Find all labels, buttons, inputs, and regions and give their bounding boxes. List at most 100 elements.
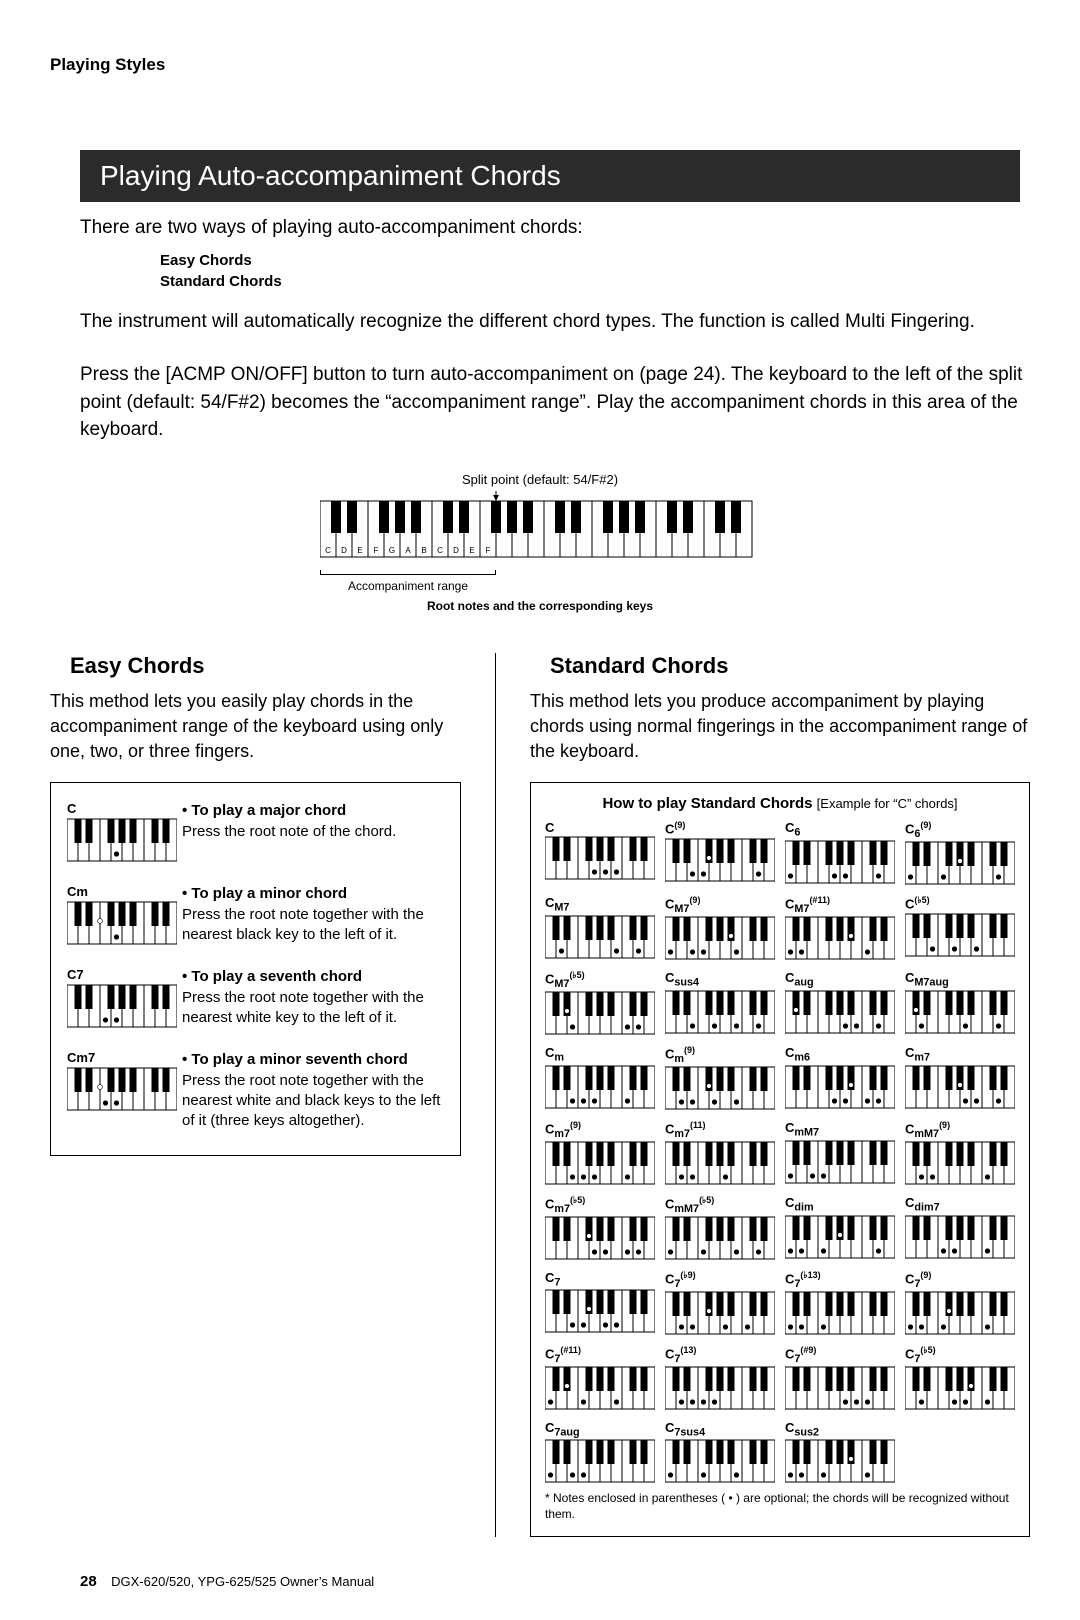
chord-cell: Csus4 xyxy=(665,970,775,1035)
chord-name: CM7(♭5) xyxy=(545,970,655,990)
mini-keyboard-icon xyxy=(905,1141,1015,1185)
chord-cell: Cm6 xyxy=(785,1045,895,1110)
chord-cell: CmM7(9) xyxy=(905,1120,1015,1185)
chord-name: C6 xyxy=(785,820,895,839)
easy-row: C• To play a major chordPress the root n… xyxy=(67,801,448,862)
chord-name: C xyxy=(545,820,655,835)
intro-item-2: Standard Chords xyxy=(160,271,1030,292)
paragraph-1: The instrument will automatically recogn… xyxy=(80,308,1030,336)
mini-keyboard-icon xyxy=(785,1366,895,1410)
chord-name: Cdim7 xyxy=(905,1195,1015,1214)
mini-keyboard-icon xyxy=(785,840,895,884)
svg-text:E: E xyxy=(469,546,474,555)
easy-row-text: • To play a minor chordPress the root no… xyxy=(182,884,448,945)
chord-cell: C(9) xyxy=(665,820,775,885)
mini-keyboard-icon xyxy=(905,913,1015,957)
mini-keyboard-icon xyxy=(785,1291,895,1335)
chord-cell: Cdim7 xyxy=(905,1195,1015,1260)
chord-name: C7(♭9) xyxy=(665,1270,775,1290)
chord-name: Cm7 xyxy=(905,1045,1015,1064)
mini-keyboard-icon xyxy=(665,916,775,960)
mini-keyboard-icon xyxy=(545,1289,655,1333)
mini-keyboard-icon xyxy=(785,916,895,960)
chord-cell: C xyxy=(545,820,655,885)
chord-cell: Cm(9) xyxy=(665,1045,775,1110)
chord-name: CmM7(♭5) xyxy=(665,1195,775,1215)
mini-kbd-label: Cm xyxy=(67,884,182,899)
intro-text: There are two ways of playing auto-accom… xyxy=(80,214,1030,242)
split-point-diagram: Split point (default: 54/F#2) CDEFGABCDE… xyxy=(50,472,1030,613)
chord-cell: C(♭5) xyxy=(905,895,1015,960)
chord-name: C(♭5) xyxy=(905,895,1015,911)
chord-name: Cm7(11) xyxy=(665,1120,775,1140)
root-notes-label: Root notes and the corresponding keys xyxy=(50,599,1030,613)
standard-chords-title: Standard Chords xyxy=(550,653,1030,679)
svg-text:D: D xyxy=(341,546,347,555)
chord-cell: Cm7(9) xyxy=(545,1120,655,1185)
chord-name: Cm7(♭5) xyxy=(545,1195,655,1215)
chord-name: C(9) xyxy=(665,820,775,836)
mini-keyboard-icon xyxy=(905,841,1015,885)
keyboard-full-icon: CDEFGABCDEF xyxy=(320,491,760,569)
chord-name: Cm xyxy=(545,1045,655,1064)
chord-name: C6(9) xyxy=(905,820,1015,840)
easy-row: Cm• To play a minor chordPress the root … xyxy=(67,884,448,945)
chord-name: C7 xyxy=(545,1270,655,1289)
chord-cell: C7(♭13) xyxy=(785,1270,895,1335)
mini-keyboard-icon xyxy=(665,838,775,882)
svg-text:D: D xyxy=(453,546,459,555)
chord-name: CM7 xyxy=(545,895,655,914)
accompaniment-range-label: Accompaniment range xyxy=(320,579,496,593)
manual-name: DGX-620/520, YPG-625/525 Owner’s Manual xyxy=(111,1574,374,1589)
chord-name: C7(♭13) xyxy=(785,1270,895,1290)
chord-cell: CmM7 xyxy=(785,1120,895,1185)
chord-cell: Caug xyxy=(785,970,895,1035)
mini-keyboard-icon xyxy=(545,1366,655,1410)
easy-chords-title: Easy Chords xyxy=(70,653,461,679)
easy-row-text: • To play a minor seventh chordPress the… xyxy=(182,1050,448,1131)
mini-keyboard-icon xyxy=(545,1216,655,1260)
svg-text:A: A xyxy=(405,546,411,555)
chord-cell: C7 xyxy=(545,1270,655,1335)
chord-cell: Csus2 xyxy=(785,1420,895,1484)
mini-keyboard-icon xyxy=(785,1215,895,1259)
mini-keyboard-icon xyxy=(785,1439,895,1483)
mini-keyboard-icon xyxy=(67,984,182,1028)
mini-keyboard-icon xyxy=(665,1291,775,1335)
std-box-title: How to play Standard Chords xyxy=(602,795,812,812)
svg-text:C: C xyxy=(325,546,331,555)
chord-name: Csus2 xyxy=(785,1420,895,1439)
easy-row: C7• To play a seventh chordPress the roo… xyxy=(67,967,448,1028)
chord-name: Cdim xyxy=(785,1195,895,1214)
chord-name: C7(#11) xyxy=(545,1345,655,1365)
chord-cell: C6 xyxy=(785,820,895,885)
intro-item-1: Easy Chords xyxy=(160,250,1030,271)
chord-name: C7(#9) xyxy=(785,1345,895,1365)
chord-name: CM7aug xyxy=(905,970,1015,989)
chord-cell: Cdim xyxy=(785,1195,895,1260)
mini-keyboard-icon xyxy=(545,1065,655,1109)
mini-keyboard-icon xyxy=(665,990,775,1034)
split-point-label: Split point (default: 54/F#2) xyxy=(50,472,1030,487)
chord-name: CmM7 xyxy=(785,1120,895,1139)
chord-name: C7sus4 xyxy=(665,1420,775,1439)
svg-text:E: E xyxy=(357,546,362,555)
mini-keyboard-icon xyxy=(785,1140,895,1184)
standard-chords-box: How to play Standard Chords [Example for… xyxy=(530,782,1030,1537)
chord-cell: Cm7(11) xyxy=(665,1120,775,1185)
chord-name: Csus4 xyxy=(665,970,775,989)
chord-cell: C6(9) xyxy=(905,820,1015,885)
chord-name: Cm7(9) xyxy=(545,1120,655,1140)
page-title: Playing Auto-accompaniment Chords xyxy=(80,150,1020,202)
chord-cell: C7(♭5) xyxy=(905,1345,1015,1410)
mini-keyboard-icon xyxy=(67,901,182,945)
mini-keyboard-icon xyxy=(545,915,655,959)
mini-keyboard-icon xyxy=(665,1066,775,1110)
chord-cell: Cm7 xyxy=(905,1045,1015,1110)
chord-name: CM7(#11) xyxy=(785,895,895,915)
std-box-subtitle: [Example for “C” chords] xyxy=(817,796,958,811)
mini-keyboard-icon xyxy=(785,990,895,1034)
chord-cell: Cm xyxy=(545,1045,655,1110)
chord-cell: CmM7(♭5) xyxy=(665,1195,775,1260)
svg-text:C: C xyxy=(437,546,443,555)
